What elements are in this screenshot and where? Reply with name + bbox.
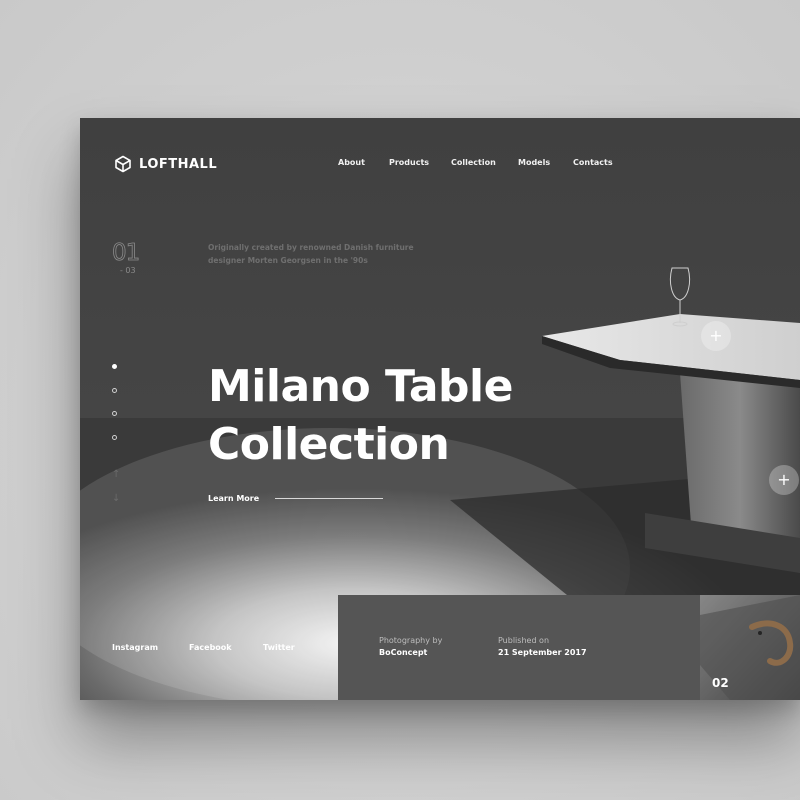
slide-dot-4[interactable] bbox=[112, 435, 117, 440]
slide-dot-3[interactable] bbox=[112, 411, 117, 416]
nav-item-models[interactable]: Models bbox=[518, 158, 550, 167]
nav-item-about[interactable]: About bbox=[338, 158, 365, 167]
credits-panel: Photography by BoConcept Published on 21… bbox=[338, 595, 700, 700]
nav-item-contacts[interactable]: Contacts bbox=[573, 158, 613, 167]
photography-value: BoConcept bbox=[379, 648, 428, 657]
hotspot-plus-button-1[interactable]: + bbox=[701, 321, 731, 351]
intro-text: Originally created by renowned Danish fu… bbox=[208, 243, 414, 265]
nav-item-collection[interactable]: Collection bbox=[451, 158, 496, 167]
hero-title-line-2: Collection bbox=[208, 419, 450, 470]
next-slide-number: 02 bbox=[712, 676, 729, 690]
slide-counter-total: - 03 bbox=[120, 266, 136, 275]
photography-label: Photography by bbox=[379, 636, 443, 645]
social-link-instagram[interactable]: Instagram bbox=[112, 643, 158, 652]
slide-dot-2[interactable] bbox=[112, 388, 117, 393]
learn-more-label: Learn More bbox=[208, 494, 260, 503]
learn-more-link[interactable]: Learn More bbox=[208, 494, 384, 503]
published-value: 21 September 2017 bbox=[498, 648, 587, 657]
arrow-down-icon[interactable]: ↓ bbox=[112, 494, 120, 504]
published-label: Published on bbox=[498, 636, 550, 645]
learn-more-line bbox=[275, 498, 384, 499]
cube-icon bbox=[115, 155, 131, 173]
hotspot-plus-button-2[interactable]: + bbox=[769, 465, 799, 495]
slide-counter-current: 01 bbox=[112, 240, 141, 267]
brand-logo[interactable]: LOFTHALL bbox=[114, 155, 217, 173]
slide-dot-1[interactable] bbox=[112, 364, 117, 369]
hero-title-line-1: Milano Table bbox=[208, 361, 513, 412]
brand-name: LOFTHALL bbox=[139, 156, 218, 172]
arrow-up-icon[interactable]: ↑ bbox=[112, 470, 120, 480]
social-link-twitter[interactable]: Twitter bbox=[263, 643, 295, 652]
next-slide-thumbnail[interactable]: 02 bbox=[700, 595, 800, 700]
website-card: LOFTHALL About Products Collection Model… bbox=[80, 118, 800, 700]
social-link-facebook[interactable]: Facebook bbox=[189, 643, 232, 652]
nav-item-products[interactable]: Products bbox=[389, 158, 429, 167]
hero-title: Milano Table Collection bbox=[208, 358, 568, 474]
